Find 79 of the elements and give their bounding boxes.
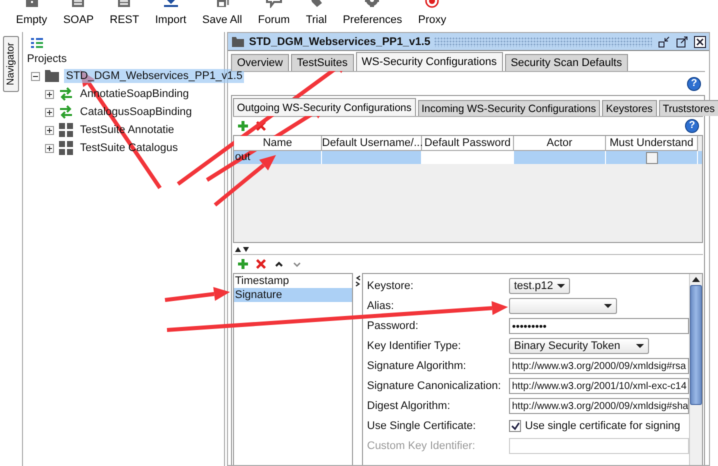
field-label: Password:: [367, 320, 420, 332]
text-field[interactable]: http://www.w3.org/2000/09/xmldsig#sha: [509, 398, 689, 414]
tab[interactable]: Outgoing WS-Security Configurations: [233, 98, 416, 116]
field-label: Digest Algorithm:: [367, 400, 452, 412]
collapse-arrows-icon: [354, 275, 360, 287]
dropdown[interactable]: [509, 298, 617, 314]
grid-icon: [58, 122, 74, 138]
column-header[interactable]: Default Password: [422, 136, 514, 151]
scrollbar[interactable]: [689, 274, 702, 465]
field-label: Signature Algorithm:: [367, 360, 468, 372]
tab[interactable]: WS-Security Configurations: [356, 52, 503, 71]
panel-title: STD_DGM_Webservices_PP1_v1.5: [249, 36, 430, 48]
splitter-arrows-icon: [235, 246, 251, 252]
navigator-tab[interactable]: Navigator: [3, 36, 19, 92]
text-field[interactable]: http://www.w3.org/2001/10/xml-exc-c14: [509, 378, 689, 394]
caret-icon: [557, 284, 566, 288]
toolbar-button[interactable]: Proxy: [410, 0, 454, 26]
add-icon[interactable]: [237, 258, 249, 270]
column-header[interactable]: Name: [234, 136, 322, 151]
arrows-icon: [58, 86, 74, 102]
tree-heading: Projects: [27, 53, 68, 67]
tab[interactable]: Incoming WS-Security Configurations: [418, 100, 600, 116]
tab[interactable]: Keystores: [602, 100, 657, 116]
expand-icon[interactable]: [45, 126, 54, 134]
list-item[interactable]: Signature: [234, 288, 352, 302]
minimize-icon[interactable]: [658, 36, 670, 48]
expand-icon[interactable]: [45, 108, 54, 116]
dropdown[interactable]: test.p12: [509, 278, 570, 294]
toolbar-button[interactable]: Save All: [194, 0, 250, 26]
delete-icon[interactable]: [255, 258, 267, 270]
list-view-icon: [31, 38, 43, 48]
checkbox[interactable]: [509, 420, 521, 432]
toolbar-button[interactable]: REST: [102, 0, 148, 26]
tree-item[interactable]: STD_DGM_Webservices_PP1_v1.5: [64, 69, 244, 83]
tab[interactable]: Truststores: [658, 100, 718, 116]
caret-icon: [636, 344, 644, 348]
grid-icon: [58, 140, 74, 156]
field-label: Alias:: [367, 300, 395, 312]
checkbox-label[interactable]: Use single certificate for signing: [525, 420, 680, 432]
text-field[interactable]: http://www.w3.org/2000/09/xmldsig#rsa: [509, 358, 689, 374]
scroll-up-icon: [692, 277, 700, 282]
folder-icon: [231, 36, 245, 48]
expand-icon[interactable]: [45, 144, 54, 152]
checkbox[interactable]: [646, 152, 658, 164]
table-row[interactable]: out: [234, 151, 702, 164]
tab[interactable]: Overview: [231, 54, 289, 71]
tab[interactable]: Security Scan Defaults: [504, 54, 628, 71]
help-button[interactable]: ?: [687, 76, 701, 90]
folder-icon: [44, 68, 60, 84]
toolbar-button[interactable]: Empty: [8, 0, 56, 26]
field-label: Custom Key Identifier:: [367, 440, 476, 452]
delete-icon[interactable]: [255, 120, 267, 132]
toolbar-button[interactable]: Forum: [250, 0, 298, 26]
field-label: Signature Canonicalization:: [367, 380, 502, 392]
caret-icon: [604, 304, 612, 308]
column-header[interactable]: Default Username/...: [322, 136, 422, 151]
field-label: Keystore:: [367, 280, 414, 292]
dropdown[interactable]: Binary Security Token: [509, 338, 649, 354]
expand-icon[interactable]: [45, 90, 54, 98]
add-icon[interactable]: [237, 120, 249, 132]
collapse-icon[interactable]: [31, 72, 40, 80]
toolbar-button[interactable]: SOAP: [55, 0, 102, 26]
toolbar-button[interactable]: Preferences: [334, 0, 410, 26]
column-header[interactable]: Must Understand: [606, 136, 698, 151]
arrows-icon: [58, 104, 74, 120]
column-header[interactable]: Actor: [514, 136, 606, 151]
toolbar-button[interactable]: Import: [147, 0, 194, 26]
maximize-icon[interactable]: [676, 36, 688, 48]
speech-bubble-icon: [264, 0, 284, 8]
field-label: Use Single Certificate:: [367, 420, 477, 432]
scroll-thumb[interactable]: [690, 285, 702, 405]
close-icon[interactable]: [694, 36, 706, 48]
password-field[interactable]: •••••••••: [509, 318, 689, 334]
help-button[interactable]: ?: [685, 119, 699, 133]
list-item[interactable]: Timestamp: [234, 274, 352, 288]
toolbar-button[interactable]: Trial: [298, 0, 335, 26]
tab[interactable]: TestSuites: [290, 54, 354, 71]
field-label: Key Identifier Type:: [367, 340, 462, 352]
text-field[interactable]: [509, 438, 689, 454]
